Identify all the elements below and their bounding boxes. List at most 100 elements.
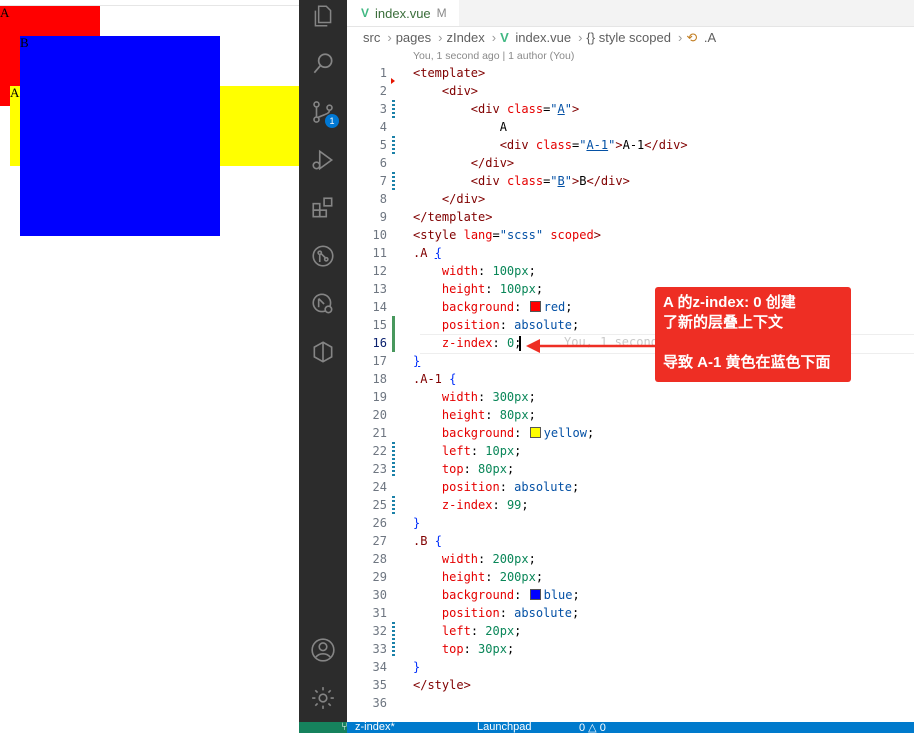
line-number: 33 <box>372 642 387 656</box>
vue-file-icon: V <box>361 6 370 20</box>
line-number: 36 <box>372 696 387 710</box>
git-modified-marker <box>392 136 395 154</box>
line-number: 23 <box>372 462 387 476</box>
remote-indicator[interactable] <box>299 722 347 733</box>
source-control-icon[interactable]: 1 <box>309 98 339 128</box>
code-line: A <box>413 120 507 134</box>
code-line: z-index: 99; <box>441 498 529 512</box>
line-number: 25 <box>372 498 387 512</box>
git-modified-marker <box>392 496 395 514</box>
code-line: <div class="B">B</div> <box>470 174 630 188</box>
tab-modified-indicator: M <box>436 6 447 20</box>
git-modified-marker <box>392 172 395 190</box>
line-number: 5 <box>379 138 387 152</box>
line-number: 8 <box>379 192 387 206</box>
code-line: .A { <box>413 246 442 260</box>
code-line: height: 100px; <box>441 282 544 296</box>
chevron-right-icon: › <box>491 30 497 45</box>
branch-name[interactable]: z-index* <box>355 722 395 733</box>
problems-count[interactable]: 0 △ 0 <box>579 722 606 733</box>
code-line: <style lang="scss" scoped> <box>413 228 601 242</box>
breadcrumb-item[interactable]: {} style scoped <box>586 30 671 45</box>
explorer-icon[interactable] <box>309 2 337 30</box>
code-line: left: 20px; <box>441 624 522 638</box>
line-number-gutter: 1 2 3 4 5 6 7 8 9 10 11 12 13 14 15 16 17 18 19 20 21 22 23 24 2… <box>347 64 391 712</box>
search-icon[interactable] <box>309 50 337 78</box>
code-line: background: red; <box>441 300 573 314</box>
code-line: </template> <box>413 210 493 224</box>
code-line: <div> <box>441 84 479 98</box>
vue-file-icon: V <box>500 30 509 45</box>
code-line: .B { <box>413 534 442 548</box>
branch-icon: ⑂ <box>341 722 348 733</box>
account-icon[interactable] <box>309 636 337 664</box>
code-line: height: 200px; <box>441 570 544 584</box>
line-number: 21 <box>372 426 387 440</box>
git-added-marker <box>392 316 395 352</box>
docker-icon[interactable] <box>309 338 337 366</box>
tab-filename: index.vue <box>375 5 431 21</box>
breadcrumb-item[interactable]: pages <box>396 30 431 45</box>
tab-index-vue[interactable]: V index.vue M <box>347 0 459 26</box>
chevron-right-icon: › <box>438 30 443 45</box>
launchpad-item[interactable]: Launchpad <box>477 722 531 733</box>
code-line: .A-1 { <box>413 372 457 386</box>
code-content[interactable]: <template> <div> <div class="A"> A <div … <box>413 64 688 712</box>
line-number: 15 <box>372 318 387 332</box>
annotation-line: A 的z-index: 0 创建 <box>663 294 796 311</box>
line-number: 16 <box>372 336 387 350</box>
line-number: 20 <box>372 408 387 422</box>
line-number: 7 <box>379 174 387 188</box>
color-swatch[interactable] <box>529 589 541 600</box>
color-swatch[interactable] <box>529 301 541 312</box>
line-number: 4 <box>379 120 387 134</box>
code-line: } <box>413 660 421 674</box>
box-a-label: A <box>0 5 10 20</box>
line-number: 10 <box>372 228 387 242</box>
code-line: position: absolute; <box>441 480 580 494</box>
line-number: 24 <box>372 480 387 494</box>
browser-preview: A A B <box>0 0 299 733</box>
code-line: top: 30px; <box>441 642 515 656</box>
extensions-icon[interactable] <box>309 194 337 222</box>
git-graph-icon[interactable] <box>309 242 337 270</box>
code-line: <div class="A-1">A-1</div> <box>499 138 688 152</box>
line-number: 22 <box>372 444 387 458</box>
line-number: 13 <box>372 282 387 296</box>
breadcrumb-item[interactable]: src <box>363 30 380 45</box>
remote-icon[interactable] <box>309 290 337 318</box>
settings-gear-icon[interactable] <box>309 684 337 712</box>
status-bar: ⑂ z-index* Launchpad 0 △ 0 <box>299 722 914 733</box>
code-line: </div> <box>441 192 486 206</box>
breadcrumb-item[interactable]: index.vue <box>515 30 571 45</box>
color-swatch[interactable] <box>529 427 541 438</box>
code-line: left: 10px; <box>441 444 522 458</box>
code-line: <template> <box>413 66 486 80</box>
breadcrumb: src › pages › zIndex › V index.vue ›{} style sc… <box>363 30 719 48</box>
git-deleted-marker <box>391 78 395 84</box>
codelens-blame[interactable]: You, 1 second ago | 1 author (You) <box>413 50 574 62</box>
line-number: 3 <box>379 102 387 116</box>
code-line: background: yellow; <box>441 426 595 440</box>
code-line: position: absolute; <box>441 318 580 332</box>
code-line: position: absolute; <box>441 606 580 620</box>
line-number: 19 <box>372 390 387 404</box>
line-number: 9 <box>379 210 387 224</box>
code-line: height: 80px; <box>441 408 536 422</box>
annotation-arrow <box>526 339 657 353</box>
breadcrumb-item[interactable]: zIndex <box>446 30 484 45</box>
git-modified-marker <box>392 622 395 658</box>
symbol-class-icon: ⟲ <box>686 30 698 45</box>
run-debug-icon[interactable] <box>309 146 337 174</box>
breadcrumb-item[interactable]: .A <box>704 30 716 45</box>
code-line: <div class="A"> <box>470 102 580 116</box>
line-number: 30 <box>372 588 387 602</box>
git-modified-marker <box>392 100 395 118</box>
line-number: 2 <box>379 84 387 98</box>
code-line: background: blue; <box>441 588 580 602</box>
git-modified-marker <box>392 442 395 478</box>
tab-bar: V index.vue M <box>347 0 914 27</box>
line-number: 12 <box>372 264 387 278</box>
code-line: top: 80px; <box>441 462 515 476</box>
